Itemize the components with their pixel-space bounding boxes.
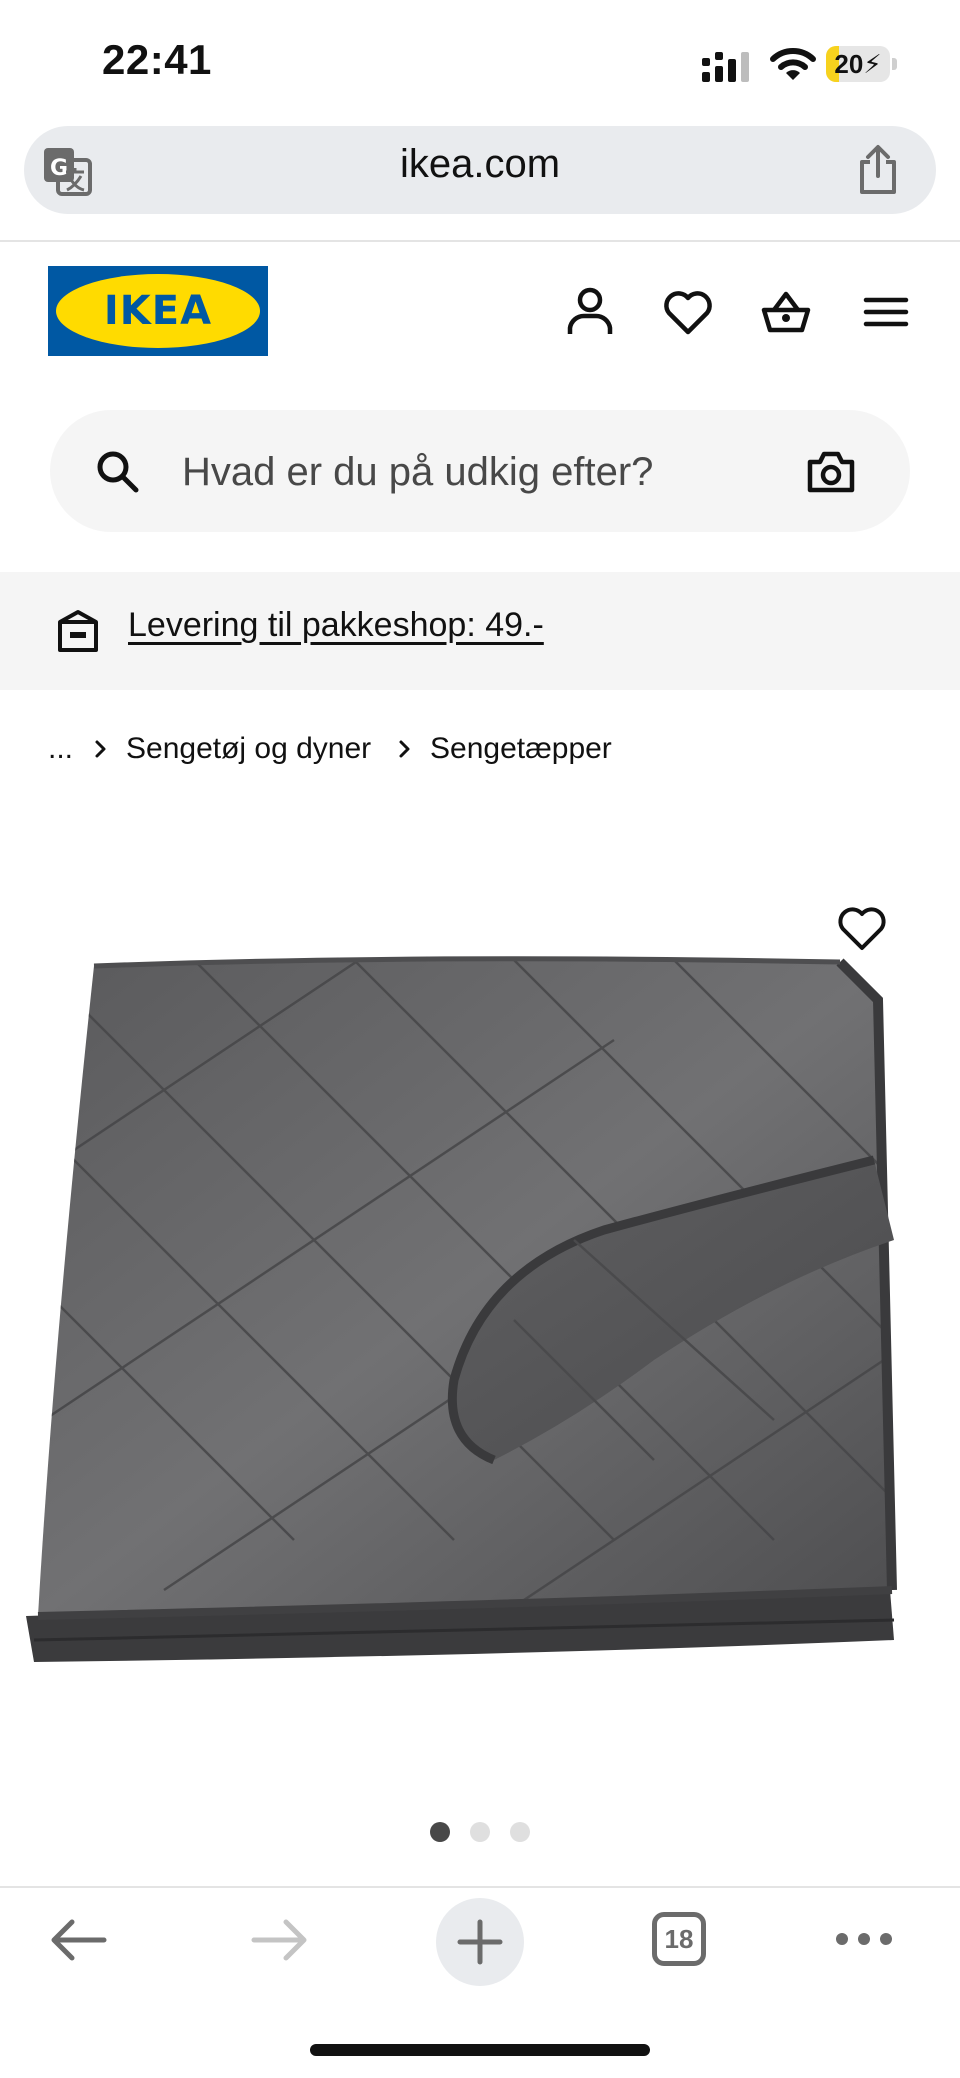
battery-level: 20 — [834, 49, 864, 79]
menu-icon[interactable] — [860, 286, 912, 338]
wifi-icon — [770, 48, 816, 80]
parcel-box-icon — [58, 610, 98, 652]
forward-arrow-icon[interactable] — [248, 1912, 312, 1968]
url-text[interactable]: ikea.com — [0, 142, 960, 187]
chevron-right-icon — [95, 740, 106, 758]
account-icon[interactable] — [564, 286, 616, 338]
back-arrow-icon[interactable] — [46, 1912, 110, 1968]
delivery-link[interactable]: Levering til pakkeshop: 49.- — [128, 606, 544, 645]
battery-charging-icon: 20⚡ — [826, 46, 898, 82]
toolbar-divider — [0, 1886, 960, 1888]
breadcrumb-ellipsis[interactable]: ... — [48, 732, 73, 766]
wishlist-heart-icon[interactable] — [662, 286, 714, 338]
carousel-dot[interactable] — [430, 1822, 450, 1842]
product-image[interactable] — [14, 940, 948, 1680]
home-indicator — [310, 2044, 650, 2056]
divider — [0, 240, 960, 242]
status-time: 22:41 — [102, 36, 212, 83]
heart-icon[interactable] — [836, 906, 888, 952]
tabs-icon[interactable]: 18 — [652, 1912, 706, 1966]
camera-icon[interactable] — [806, 448, 856, 494]
breadcrumb-item-sengetaepper[interactable]: Sengetæpper — [430, 732, 612, 766]
ikea-logo[interactable]: IKEA — [48, 266, 268, 356]
breadcrumb-item-sengetoj[interactable]: Sengetøj og dyner — [126, 732, 371, 766]
carousel-dot[interactable] — [470, 1822, 490, 1842]
chevron-right-icon — [399, 740, 410, 758]
plus-icon — [457, 1919, 503, 1965]
search-icon — [97, 451, 139, 493]
shopping-basket-icon[interactable] — [760, 286, 812, 338]
share-icon[interactable] — [854, 144, 902, 196]
more-icon[interactable] — [834, 1928, 894, 1950]
carousel-dot[interactable] — [510, 1822, 530, 1842]
tab-count: 18 — [664, 1924, 694, 1954]
cellular-signal-icon — [702, 52, 749, 82]
search-placeholder[interactable]: Hvad er du på udkig efter? — [182, 450, 653, 495]
